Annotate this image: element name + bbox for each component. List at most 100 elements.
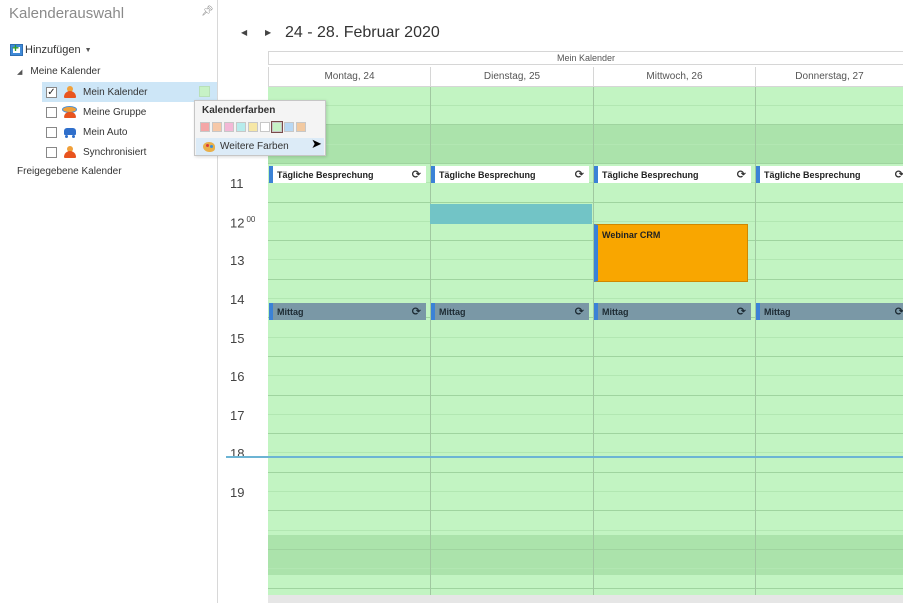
calendar-colors-popup: Kalenderfarben Weitere Farben (194, 100, 326, 156)
hour-label: 13 (230, 253, 245, 269)
event-daily-meeting-monday[interactable]: Tägliche Besprechung ⟳ (269, 166, 426, 183)
day-label: Donnerstag, 27 (795, 71, 864, 82)
event-daily-meeting-tuesday[interactable]: Tägliche Besprechung ⟳ (431, 166, 589, 183)
color-swatch[interactable] (260, 122, 270, 132)
time-slot-line (268, 259, 903, 260)
day-label: Montag, 24 (324, 71, 375, 82)
time-ruler: 091011120013141516171819 (226, 87, 268, 603)
calendar-checkbox[interactable]: ✓ (46, 86, 57, 98)
event-title: Tägliche Besprechung (439, 169, 536, 180)
mouse-cursor-icon: ➤ (311, 136, 322, 151)
hour-label: 19 (230, 485, 245, 500)
time-slot-line (268, 356, 903, 357)
time-slot-line (268, 452, 903, 453)
hour-label: 17 (230, 407, 245, 423)
calendar-selection-pane: Kalenderauswahl 📌︎ Hinzufügen ▼ ◢ Meine … (0, 0, 218, 603)
time-slot-line (268, 163, 903, 164)
shaded-time-slot (268, 535, 903, 575)
event-webinar-crm[interactable]: Webinar CRM (594, 224, 748, 282)
time-slot-line (268, 395, 903, 396)
day-header-wednesday[interactable]: Mittwoch, 26 (593, 67, 755, 87)
recurring-icon: ⟳ (411, 169, 421, 181)
time-slot-line (268, 530, 903, 531)
previous-week-arrow-icon[interactable]: ◀ (241, 28, 247, 37)
hour-label: 11 (230, 176, 244, 192)
time-slot-line (268, 491, 903, 492)
day-divider (755, 87, 756, 603)
color-swatch[interactable] (248, 122, 258, 132)
time-slot-line (268, 588, 903, 589)
color-swatch[interactable] (284, 122, 294, 132)
next-week-arrow-icon[interactable]: ▶ (265, 28, 271, 37)
collapse-triangle-icon[interactable]: ◢ (17, 68, 22, 76)
event-title: Mittag (439, 306, 466, 317)
day-divider (593, 87, 594, 603)
horizontal-scrollbar[interactable] (268, 595, 903, 603)
calendar-day-grid[interactable] (268, 87, 903, 603)
time-slot-line (268, 240, 903, 241)
event-lunch-tuesday[interactable]: Mittag ⟳ (431, 303, 589, 320)
calendar-label: Meine Gruppe (83, 106, 147, 118)
group-icon (63, 106, 77, 118)
more-colors-button[interactable]: Weitere Farben (196, 138, 324, 155)
pin-icon[interactable]: 📌︎ (201, 6, 214, 17)
current-time-line (226, 456, 903, 458)
event-lunch-wednesday[interactable]: Mittag ⟳ (594, 303, 751, 320)
recurring-icon: ⟳ (736, 306, 746, 318)
event-lunch-monday[interactable]: Mittag ⟳ (269, 303, 426, 320)
person-icon (63, 86, 77, 98)
recurring-icon: ⟳ (574, 169, 584, 181)
calendar-checkbox[interactable] (46, 106, 57, 118)
hour-label: 15 (230, 330, 245, 346)
hour-label: 18 (230, 446, 245, 462)
color-swatch-row (200, 121, 306, 133)
group-label: Meine Kalender (30, 66, 101, 77)
minute-label: 00 (246, 214, 256, 224)
color-swatch[interactable] (271, 121, 283, 133)
recurring-icon: ⟳ (736, 169, 746, 181)
color-swatch[interactable] (236, 122, 246, 132)
time-slot-line (268, 279, 903, 280)
calendar-color-swatch[interactable] (199, 86, 210, 97)
calendar-item-meine-gruppe[interactable]: Meine Gruppe (42, 102, 217, 122)
calendar-name-header: Mein Kalender (268, 51, 903, 65)
time-slot-line (268, 202, 903, 203)
event-lunch-thursday[interactable]: Mittag ⟳ (756, 303, 903, 320)
day-divider (430, 87, 431, 603)
add-calendar-button[interactable]: Hinzufügen ▼ (10, 41, 92, 57)
time-slot-line (268, 105, 903, 106)
add-calendar-label: Hinzufügen (25, 44, 81, 56)
shared-calendars-label[interactable]: Freigegebene Kalender (17, 166, 122, 177)
event-daily-meeting-wednesday[interactable]: Tägliche Besprechung ⟳ (594, 166, 751, 183)
color-swatch[interactable] (212, 122, 222, 132)
hour-label: 16 (230, 369, 245, 385)
calendar-name: Mein Kalender (556, 53, 616, 63)
palette-icon (203, 141, 215, 152)
day-header-monday[interactable]: Montag, 24 (268, 67, 430, 87)
calendar-label: Mein Auto (83, 126, 128, 138)
recurring-icon: ⟳ (894, 306, 903, 318)
calendar-item-synchronisiert[interactable]: Synchronisiert (42, 142, 217, 162)
color-swatch[interactable] (296, 122, 306, 132)
day-header-tuesday[interactable]: Dienstag, 25 (430, 67, 593, 87)
hour-label: 12 00 (230, 214, 256, 231)
calendar-item-mein-auto[interactable]: Mein Auto (42, 122, 217, 142)
event-daily-meeting-thursday[interactable]: Tägliche Besprechung ⟳ (756, 166, 903, 183)
day-header-thursday[interactable]: Donnerstag, 27 (755, 67, 903, 87)
event-title: Mittag (277, 306, 304, 317)
calendar-checkbox[interactable] (46, 146, 57, 158)
time-slot-line (268, 375, 903, 376)
busy-time-block[interactable] (430, 204, 592, 224)
recurring-icon: ⟳ (894, 169, 903, 181)
color-swatch[interactable] (200, 122, 210, 132)
my-calendars-group[interactable]: ◢ Meine Kalender (17, 66, 100, 77)
calendar-checkbox[interactable] (46, 126, 57, 138)
calendar-item-mein-kalender[interactable]: ✓ Mein Kalender (42, 82, 217, 102)
time-slot-line (268, 414, 903, 415)
event-title: Tägliche Besprechung (602, 169, 699, 180)
time-slot-line (268, 298, 903, 299)
add-calendar-icon (10, 41, 23, 56)
calendar-label: Synchronisiert (83, 146, 147, 158)
dropdown-arrow-icon: ▼ (84, 46, 92, 54)
color-swatch[interactable] (224, 122, 234, 132)
